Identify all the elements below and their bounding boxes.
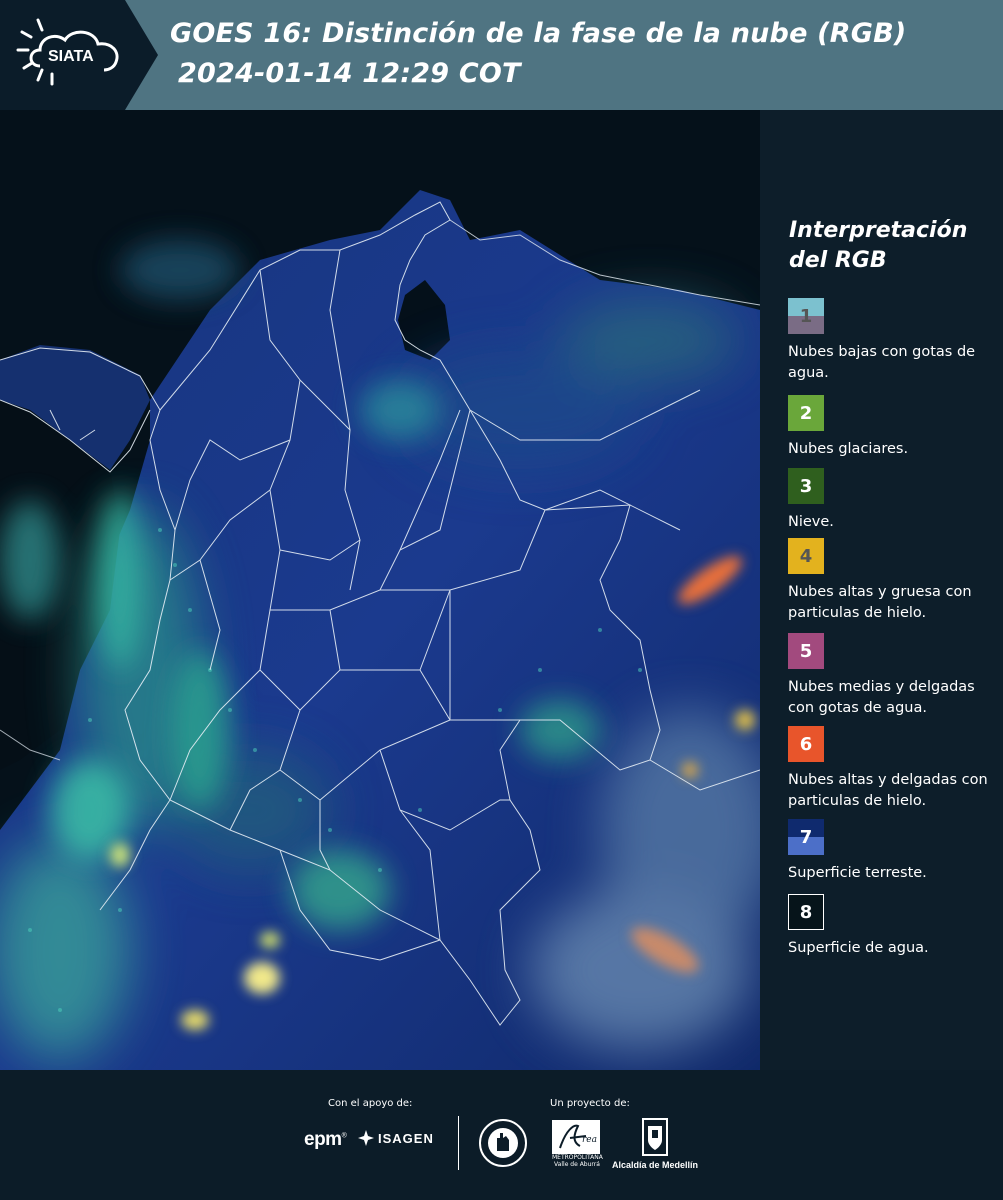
legend-swatch: 3 (788, 468, 824, 504)
legend-label: Superficie de agua. (788, 940, 929, 956)
legend-item-6: 6 Nubes altas y delgadas con particulas … (788, 726, 1000, 812)
alcaldia-shield-logo (642, 1118, 668, 1156)
legend-swatch: 2 (788, 395, 824, 431)
seal-logo (479, 1119, 527, 1167)
legend-label: Nubes bajas con gotas de agua. (788, 344, 976, 381)
legend-panel: Interpretación del RGB 1 Nubes bajas con… (760, 110, 1003, 1070)
legend-item-2: 2 Nubes glaciares. (788, 395, 1000, 460)
legend-swatch: 1 (788, 298, 824, 334)
page-title: GOES 16: Distinción de la fase de la nub… (170, 18, 907, 49)
amva-label: METROPOLITANA Valle de Aburrá (552, 1154, 603, 1168)
legend-item-1: 1 Nubes bajas con gotas de agua. (788, 298, 1000, 384)
timestamp: 2024-01-14 12:29 COT (178, 58, 521, 89)
legend-label: Superficie terreste. (788, 865, 927, 881)
legend-swatch: 8 (788, 894, 824, 930)
legend-item-3: 3 Nieve. (788, 468, 1000, 533)
footer-divider (458, 1116, 459, 1170)
legend-item-5: 5 Nubes medias y delgadas con gotas de a… (788, 633, 1000, 719)
legend-label: Nubes glaciares. (788, 441, 909, 457)
project-label: Un proyecto de: (550, 1098, 630, 1109)
legend-swatch: 6 (788, 726, 824, 762)
isagen-star-icon (358, 1130, 374, 1146)
legend-item-7: 7 Superficie terreste. (788, 819, 1000, 884)
header-bar: SIATA GOES 16: Distinción de la fase de … (0, 0, 1003, 110)
alcaldia-label: Alcaldía de Medellín (612, 1160, 699, 1170)
legend-label: Nubes medias y delgadas con gotas de agu… (788, 679, 975, 716)
epm-logo: epm® (304, 1129, 347, 1150)
legend-label: Nubes altas y gruesa con particulas de h… (788, 584, 972, 621)
legend-swatch: 4 (788, 538, 824, 574)
legend-title: Interpretación del RGB (789, 218, 968, 273)
legend-label: Nubes altas y delgadas con particulas de… (788, 772, 988, 809)
satellite-map (0, 110, 760, 1070)
isagen-logo: ISAGEN (358, 1130, 434, 1146)
legend-label: Nieve. (788, 514, 834, 530)
svg-text:rea: rea (582, 1135, 597, 1145)
siata-logo: SIATA (0, 0, 160, 110)
legend-item-8: 8 Superficie de agua. (788, 894, 1000, 959)
footer: Con el apoyo de: Un proyecto de: epm® IS… (0, 1070, 1003, 1200)
legend-item-4: 4 Nubes altas y gruesa con particulas de… (788, 538, 1000, 624)
legend-swatch: 5 (788, 633, 824, 669)
area-metropolitana-logo: rea (552, 1120, 600, 1154)
siata-brand-text: SIATA (48, 48, 94, 65)
legend-swatch: 7 (788, 819, 824, 855)
support-label: Con el apoyo de: (328, 1098, 413, 1109)
